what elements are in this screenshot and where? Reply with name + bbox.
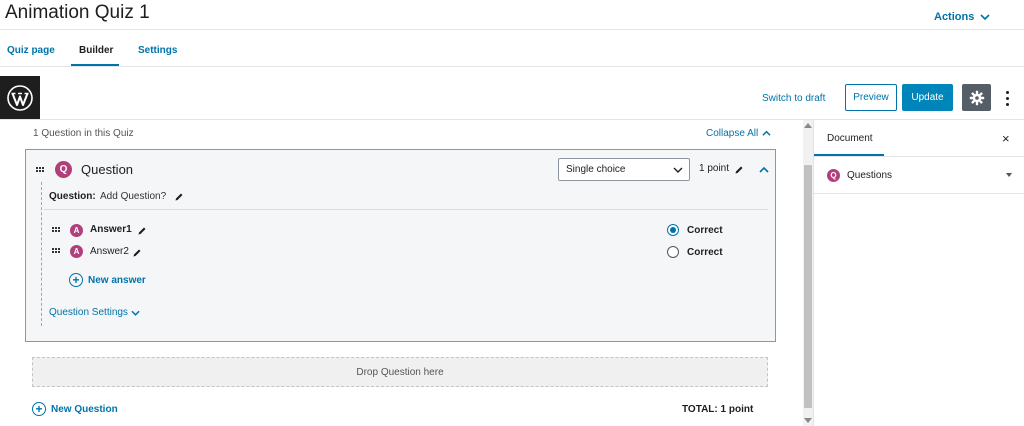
tab-builder[interactable]: Builder: [79, 45, 113, 56]
document-sidebar: Document × Q Questions: [813, 120, 1024, 426]
question-type-value: Single choice: [566, 164, 626, 175]
dot-icon: [1005, 96, 1009, 100]
question-badge-icon: Q: [55, 161, 72, 178]
question-text-label: Question:: [49, 191, 96, 202]
question-nesting-line: [41, 182, 42, 326]
sidebar-divider: [814, 193, 1024, 194]
edit-answer-pencil-icon[interactable]: [137, 226, 147, 236]
update-button[interactable]: Update: [902, 84, 953, 111]
caret-down-icon[interactable]: [1006, 173, 1012, 177]
page-title: Animation Quiz 1: [5, 2, 150, 23]
question-settings-toggle[interactable]: Question Settings: [49, 307, 140, 318]
scroll-up-arrow-icon[interactable]: [804, 123, 812, 128]
new-answer-label: New answer: [88, 274, 146, 286]
gear-icon: [969, 90, 984, 105]
questions-badge-icon: Q: [827, 169, 840, 182]
question-settings-label: Question Settings: [49, 307, 128, 318]
collapse-all-label: Collapse All: [706, 128, 759, 139]
close-icon[interactable]: ×: [1002, 131, 1010, 146]
answer-name[interactable]: Answer1: [90, 224, 132, 235]
sidebar-section-questions[interactable]: Questions: [847, 170, 892, 181]
total-points: TOTAL: 1 point: [682, 404, 754, 415]
answer-drag-handle-icon[interactable]: [52, 227, 60, 232]
question-divider: [44, 209, 768, 210]
question-title: Question: [81, 162, 134, 177]
edit-answer-pencil-icon[interactable]: [132, 248, 142, 258]
drop-question-zone[interactable]: Drop Question here: [32, 357, 768, 387]
chevron-down-icon: [980, 14, 990, 21]
collapse-all-button[interactable]: Collapse All: [706, 128, 771, 139]
settings-button[interactable]: [962, 84, 991, 111]
answer-drag-handle-icon[interactable]: [52, 248, 60, 253]
question-drag-handle-icon[interactable]: [36, 167, 44, 172]
wordpress-icon: [7, 84, 33, 111]
actions-label: Actions: [934, 11, 975, 23]
chevron-down-icon: [131, 310, 140, 316]
answer-badge-icon: A: [70, 245, 83, 258]
chevron-up-icon: [762, 130, 771, 136]
new-question-label: New Question: [51, 403, 118, 415]
tab-quiz-page[interactable]: Quiz page: [7, 45, 55, 56]
answer-badge-icon: A: [70, 224, 83, 237]
question-card: Q Question Single choice 1 point Questio…: [25, 149, 776, 342]
chevron-down-icon: [673, 167, 683, 173]
header-divider: [0, 29, 1024, 30]
sidebar-tab-document[interactable]: Document: [827, 133, 873, 144]
edit-points-pencil-icon[interactable]: [734, 165, 744, 175]
question-type-select[interactable]: Single choice: [558, 158, 690, 181]
preview-button[interactable]: Preview: [845, 84, 897, 111]
correct-radio[interactable]: [667, 224, 679, 236]
new-answer-button[interactable]: + New answer: [69, 273, 146, 287]
dot-icon: [1005, 102, 1009, 106]
plus-circle-icon: +: [32, 402, 46, 416]
new-question-button[interactable]: + New Question: [32, 402, 118, 416]
correct-radio[interactable]: [667, 246, 679, 258]
correct-label: Correct: [687, 247, 723, 258]
tab-settings[interactable]: Settings: [138, 45, 177, 56]
edit-question-pencil-icon[interactable]: [174, 192, 184, 202]
correct-label: Correct: [687, 225, 723, 236]
main-scrollbar[interactable]: [803, 120, 813, 426]
question-text[interactable]: Add Question?: [100, 191, 166, 202]
question-collapse-chevron-up-icon[interactable]: [759, 166, 769, 174]
more-options-button[interactable]: [1000, 86, 1014, 110]
dot-icon: [1005, 90, 1009, 94]
scroll-down-arrow-icon[interactable]: [804, 418, 812, 423]
plus-circle-icon: +: [69, 273, 83, 287]
question-count: 1 Question in this Quiz: [33, 128, 134, 139]
actions-menu[interactable]: Actions: [934, 11, 990, 23]
tabs-divider: [0, 66, 1024, 67]
scroll-thumb[interactable]: [804, 165, 812, 408]
question-points: 1 point: [699, 163, 730, 174]
sidebar-divider: [814, 156, 1024, 157]
switch-to-draft-link[interactable]: Switch to draft: [762, 93, 825, 104]
wordpress-logo[interactable]: [0, 76, 40, 119]
answer-name[interactable]: Answer2: [90, 246, 129, 257]
